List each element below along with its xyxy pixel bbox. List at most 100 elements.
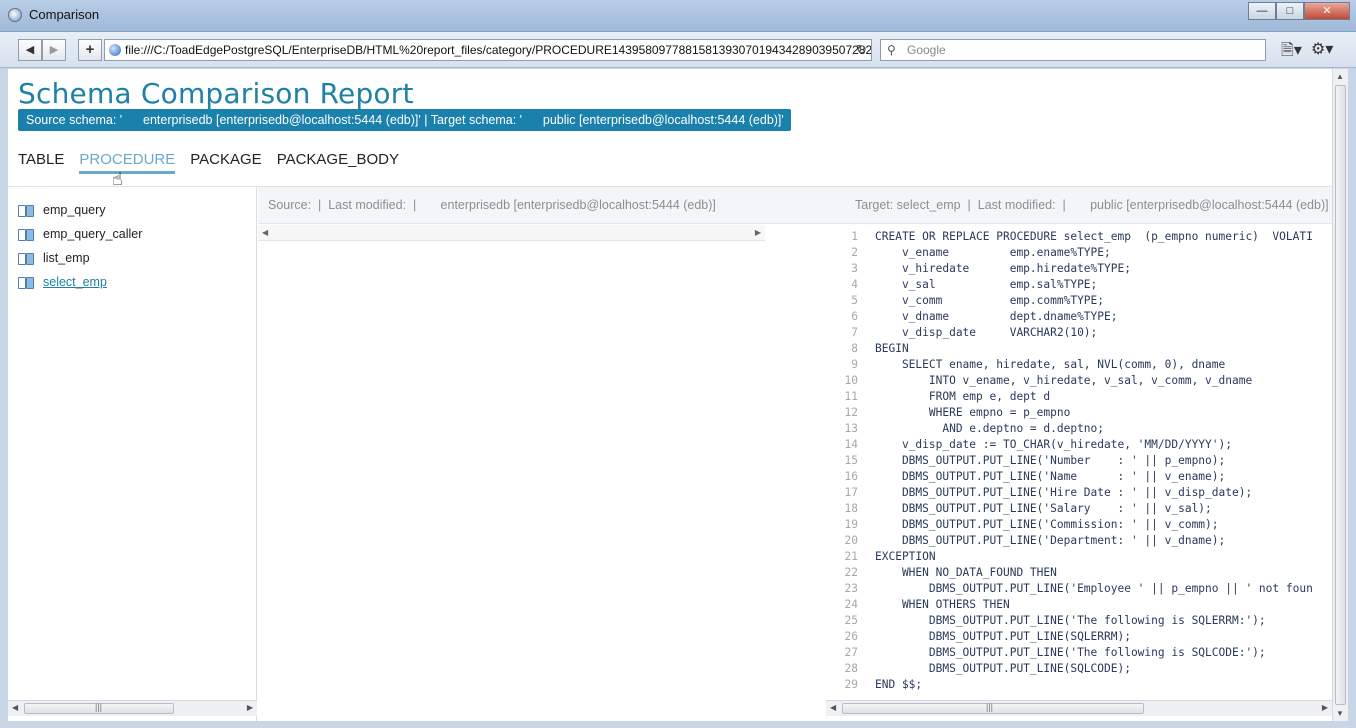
code-line: 14 v_disp_date := TO_CHAR(v_hiredate, 'M…: [828, 437, 1232, 453]
code-text: WHEN NO_DATA_FOUND THEN: [875, 566, 1057, 579]
line-number: 21: [844, 550, 858, 563]
line-number: 24: [844, 598, 858, 611]
code-horizontal-scrollbar[interactable]: ◀ ||| ▶: [826, 700, 1332, 716]
code-text: DBMS_OUTPUT.PUT_LINE('The following is S…: [875, 614, 1266, 627]
code-text: v_ename emp.ename%TYPE;: [875, 246, 1111, 259]
tab-procedure[interactable]: PROCEDURE: [79, 151, 176, 174]
window-controls: — □ ✕: [1248, 2, 1350, 20]
globe-icon: [109, 44, 121, 56]
code-text: v_comm emp.comm%TYPE;: [875, 294, 1105, 307]
code-line: 20 DBMS_OUTPUT.PUT_LINE('Department: ' |…: [828, 533, 1226, 549]
procedure-icon: [18, 253, 34, 265]
scroll-down-icon[interactable]: ▼: [1336, 709, 1344, 718]
code-line: 5 v_comm emp.comm%TYPE;: [828, 293, 1104, 309]
code-line: 6 v_dname dept.dname%TYPE;: [828, 309, 1117, 325]
code-line: 2 v_ename emp.ename%TYPE;: [828, 245, 1111, 261]
forward-arrow-icon: ▶: [49, 44, 59, 56]
code-text: v_disp_date := TO_CHAR(v_hiredate, 'MM/D…: [875, 438, 1232, 451]
code-text: DBMS_OUTPUT.PUT_LINE(SQLCODE);: [875, 662, 1131, 675]
code-line: 26 DBMS_OUTPUT.PUT_LINE(SQLERRM);: [828, 629, 1131, 645]
code-line: 19 DBMS_OUTPUT.PUT_LINE('Commission: ' |…: [828, 517, 1219, 533]
source-header: Source: | Last modified: | enterprisedb …: [268, 198, 716, 212]
code-text: DBMS_OUTPUT.PUT_LINE('Department: ' || v…: [875, 534, 1226, 547]
line-number: 13: [844, 422, 858, 435]
code-line: 27 DBMS_OUTPUT.PUT_LINE('The following i…: [828, 645, 1266, 661]
code-text: v_hiredate emp.hiredate%TYPE;: [875, 262, 1131, 275]
line-number: 19: [844, 518, 858, 531]
page-icon[interactable]: 🗎▾: [1281, 39, 1302, 66]
plus-icon: +: [85, 41, 95, 58]
magnifier-icon: ⚲: [887, 43, 896, 57]
list-item[interactable]: emp_query: [18, 203, 106, 217]
code-line: 18 DBMS_OUTPUT.PUT_LINE('Salary : ' || v…: [828, 501, 1212, 517]
code-line: 17 DBMS_OUTPUT.PUT_LINE('Hire Date : ' |…: [828, 485, 1253, 501]
line-number: 5: [851, 294, 858, 307]
line-number: 2: [851, 246, 858, 259]
code-text: WHEN OTHERS THEN: [875, 598, 1010, 611]
window-titlebar: Comparison — □ ✕: [0, 0, 1356, 32]
search-input[interactable]: ⚲ Google: [880, 39, 1266, 61]
scroll-left-icon[interactable]: ◀: [262, 228, 268, 237]
line-number: 23: [844, 582, 858, 595]
scroll-up-icon[interactable]: ▲: [1336, 72, 1344, 81]
tab-table[interactable]: TABLE: [18, 151, 64, 174]
code-text: DBMS_OUTPUT.PUT_LINE(SQLERRM);: [875, 630, 1131, 643]
code-text: DBMS_OUTPUT.PUT_LINE('Employee ' || p_em…: [875, 582, 1313, 595]
page-vertical-scrollbar[interactable]: ▲ ▼: [1332, 69, 1348, 721]
code-text: v_disp_date VARCHAR2(10);: [875, 326, 1098, 339]
code-line: 24 WHEN OTHERS THEN: [828, 597, 1010, 613]
line-number: 26: [844, 630, 858, 643]
code-text: SELECT ename, hiredate, sal, NVL(comm, 0…: [875, 358, 1226, 371]
window-title: Comparison: [29, 7, 100, 22]
close-button[interactable]: ✕: [1304, 2, 1350, 20]
code-text: DBMS_OUTPUT.PUT_LINE('Name : ' || v_enam…: [875, 470, 1226, 483]
code-line: 4 v_sal emp.sal%TYPE;: [828, 277, 1097, 293]
line-number: 10: [844, 374, 858, 387]
code-line: 21 EXCEPTION: [828, 549, 936, 565]
scroll-right-icon[interactable]: ▶: [755, 228, 761, 237]
address-bar[interactable]: file:///C:/ToadEdgePostgreSQL/Enterprise…: [104, 39, 872, 61]
scroll-right-icon[interactable]: ▶: [1322, 703, 1328, 712]
diff-header: Source: | Last modified: | enterprisedb …: [258, 187, 1332, 224]
procedure-icon: [18, 277, 34, 289]
code-text: AND e.deptno = d.deptno;: [875, 422, 1105, 435]
grip-icon: |||: [986, 702, 994, 712]
maximize-button[interactable]: □: [1276, 2, 1304, 20]
back-button[interactable]: ◀: [18, 39, 42, 61]
line-number: 16: [844, 470, 858, 483]
code-line: 1 CREATE OR REPLACE PROCEDURE select_emp …: [828, 229, 1313, 245]
source-horizontal-scrollbar[interactable]: ◀ ▶: [258, 225, 765, 241]
line-number: 3: [851, 262, 858, 275]
code-text: WHERE empno = p_empno: [875, 406, 1071, 419]
reload-icon[interactable]: ↻: [856, 40, 867, 60]
object-list: emp_query emp_query_caller list_emp sele…: [8, 187, 257, 721]
procedure-icon: [18, 229, 34, 241]
scroll-left-icon[interactable]: ◀: [830, 703, 836, 712]
new-tab-button[interactable]: +: [78, 39, 102, 61]
code-line: 3 v_hiredate emp.hiredate%TYPE;: [828, 261, 1131, 277]
minimize-button[interactable]: —: [1248, 2, 1276, 20]
code-text: END $$;: [875, 678, 923, 691]
sidebar-horizontal-scrollbar[interactable]: ◀ ||| ▶: [8, 700, 257, 716]
line-number: 17: [844, 486, 858, 499]
back-arrow-icon: ◀: [25, 44, 35, 56]
code-text: v_sal emp.sal%TYPE;: [875, 278, 1098, 291]
scroll-left-icon[interactable]: ◀: [12, 703, 18, 712]
tab-package-body[interactable]: PACKAGE_BODY: [277, 151, 399, 174]
page-viewport: Schema Comparison Report Source schema: …: [8, 69, 1348, 721]
tab-package[interactable]: PACKAGE: [190, 151, 261, 174]
forward-button[interactable]: ▶: [42, 39, 66, 61]
list-item-selected[interactable]: select_emp: [18, 275, 107, 289]
gear-icon[interactable]: ⚙▾: [1311, 39, 1333, 59]
code-text: DBMS_OUTPUT.PUT_LINE('The following is S…: [875, 646, 1266, 659]
category-tabs: TABLE PROCEDURE PACKAGE PACKAGE_BODY: [18, 151, 414, 174]
list-item[interactable]: emp_query_caller: [18, 227, 142, 241]
scroll-thumb[interactable]: [1335, 85, 1346, 705]
procedure-icon: [18, 205, 34, 217]
list-item[interactable]: list_emp: [18, 251, 90, 265]
scroll-right-icon[interactable]: ▶: [247, 703, 253, 712]
code-text: EXCEPTION: [875, 550, 936, 563]
schema-info-bar: Source schema: ' enterprisedb [enterpris…: [18, 109, 791, 131]
line-number: 8: [851, 342, 858, 355]
grip-icon: |||: [95, 702, 103, 712]
